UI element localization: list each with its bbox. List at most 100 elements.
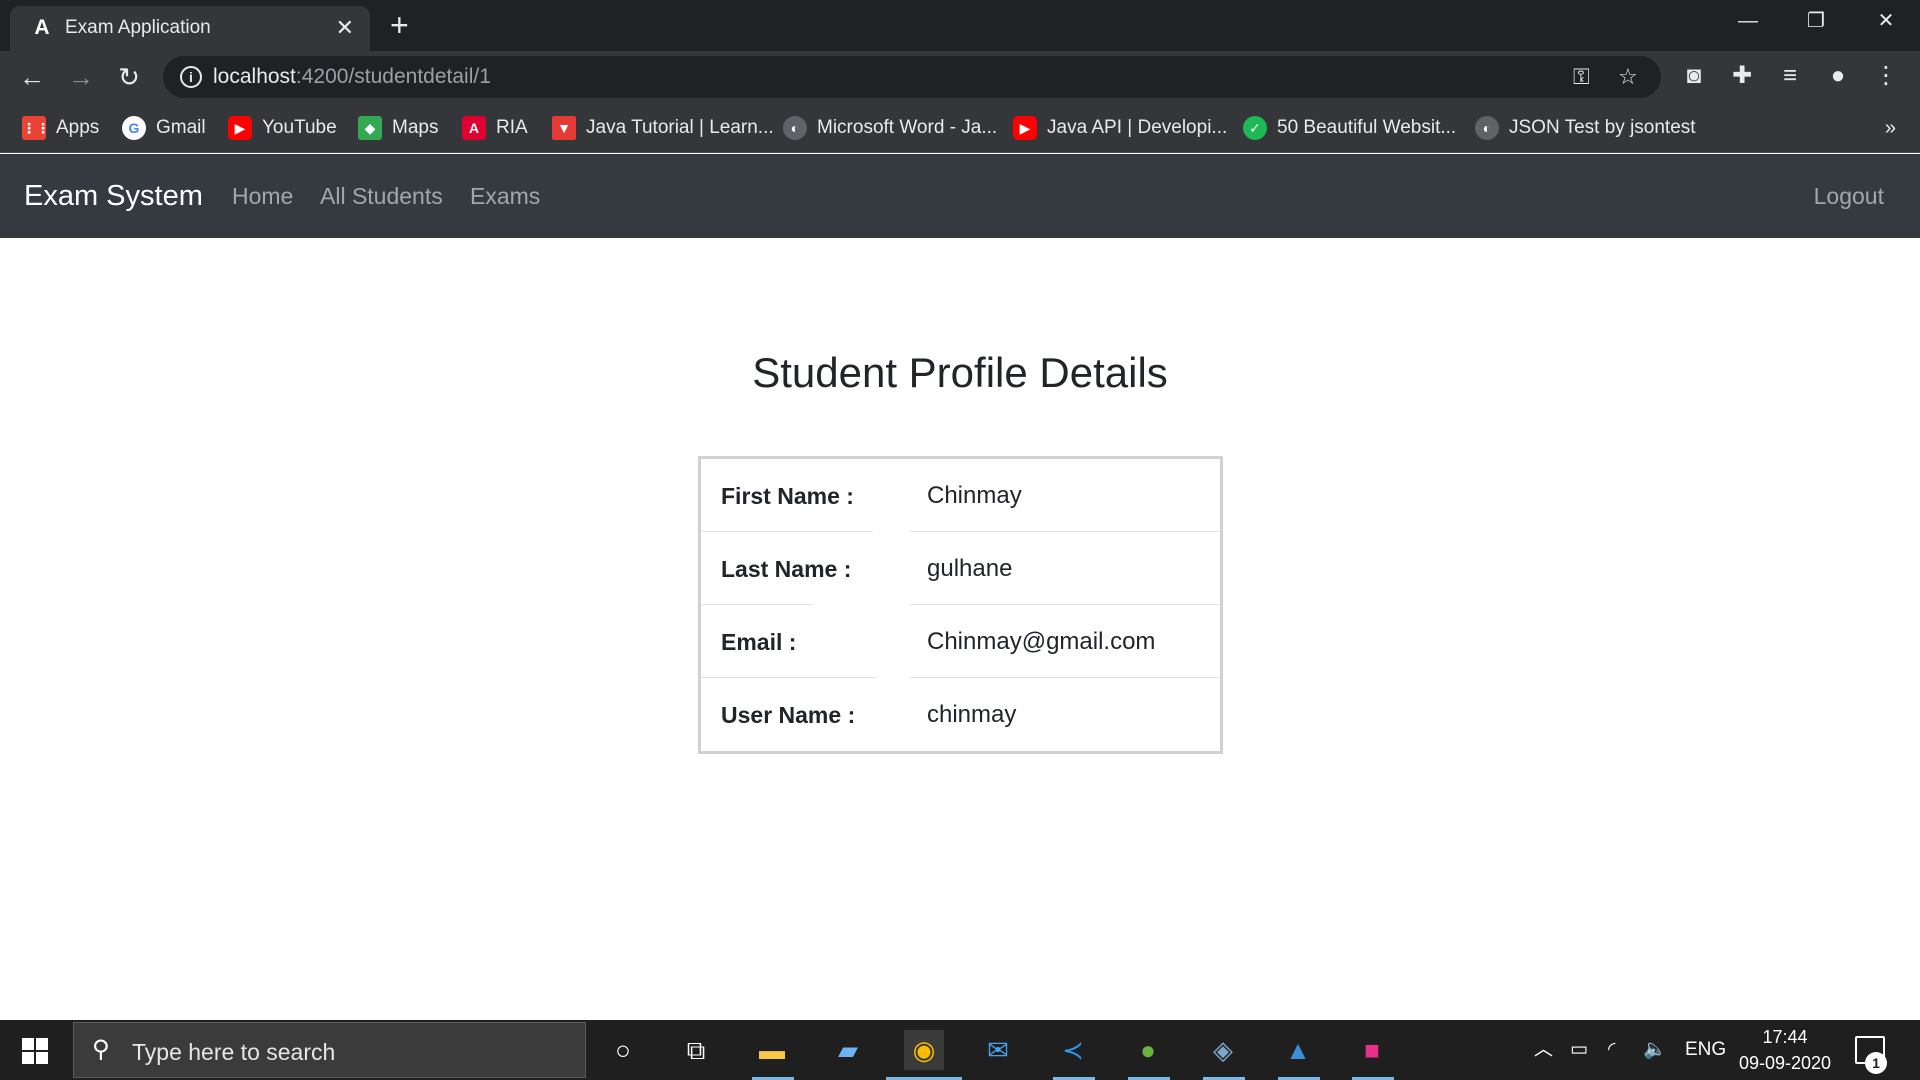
bookmark-label: Gmail: [156, 117, 206, 138]
youtube-icon: ▶: [228, 115, 252, 140]
bookmark-50-websites[interactable]: ✓ 50 Beautiful Websit...: [1243, 115, 1456, 141]
language-indicator[interactable]: ENG: [1685, 1038, 1726, 1062]
field-label: First Name :: [721, 483, 854, 509]
tab-title: Exam Application: [65, 17, 211, 38]
bookmark-java-tutorial[interactable]: ▼ Java Tutorial | Learn...: [552, 115, 774, 141]
more-bookmarks-icon[interactable]: »: [1885, 115, 1896, 141]
browser-tab-strip: A Exam Application ✕ + — ❐ ✕: [0, 0, 1920, 51]
student-profile-table: First Name : Chinmay Last Name : gulhane…: [698, 456, 1223, 754]
field-value: Chinmay@gmail.com: [927, 628, 1156, 655]
google-icon: G: [122, 115, 146, 140]
intellij-icon[interactable]: ■: [1352, 1030, 1392, 1070]
profile-row-user-name: User Name : chinmay: [701, 678, 1220, 751]
vscode-icon[interactable]: ≺: [1053, 1030, 1093, 1070]
profile-icon[interactable]: ●: [1822, 61, 1854, 91]
search-icon: ⚲: [92, 1036, 110, 1063]
notification-count-badge: 1: [1865, 1052, 1887, 1074]
wifi-icon[interactable]: ◜: [1608, 1038, 1615, 1062]
tutorial-icon: ▼: [552, 115, 576, 140]
reload-icon[interactable]: ↻: [113, 61, 145, 93]
url-text[interactable]: localhost:4200/studentdetail/1: [213, 64, 491, 90]
profile-row-last-name: Last Name : gulhane: [701, 532, 1220, 605]
bookmark-label: 50 Beautiful Websit...: [1277, 117, 1457, 138]
field-value: Chinmay: [927, 482, 1022, 509]
mysql-workbench-icon[interactable]: ◈: [1203, 1030, 1243, 1070]
new-tab-icon[interactable]: +: [390, 8, 409, 42]
bookmarks-bar: ⋮⋮ Apps G Gmail ▶ YouTube ◆ Maps A RIA ▼ Java …: [0, 103, 1920, 153]
bookmark-label: Maps: [392, 117, 439, 138]
page-title: Student Profile Details: [752, 349, 1168, 396]
bookmark-label: YouTube: [262, 117, 337, 138]
nav-exams[interactable]: Exams: [470, 181, 540, 211]
bookmark-label: JSON Test by jsontest: [1509, 117, 1696, 138]
taskbar-clock[interactable]: 17:44 09-09-2020: [1730, 1024, 1840, 1076]
file-explorer-icon[interactable]: ▬: [752, 1030, 792, 1070]
camera-extension-icon[interactable]: ◙: [1678, 61, 1710, 91]
mail-icon[interactable]: ✉: [978, 1030, 1018, 1070]
angular-favicon-icon: A: [34, 16, 50, 39]
bookmark-label: Java API | Developi...: [1047, 117, 1228, 138]
field-value: chinmay: [927, 701, 1017, 728]
browser-toolbar: ← → ↻ i localhost:4200/studentdetail/1 ⚿…: [0, 51, 1920, 103]
back-icon[interactable]: ←: [16, 61, 48, 93]
cortana-icon[interactable]: ○: [603, 1030, 643, 1070]
windows-taskbar: ⚲ Type here to search ○ ⧉ ▬ ▰ ◉ ✉ ≺ ● ◈ …: [0, 1020, 1920, 1080]
address-bar[interactable]: i localhost:4200/studentdetail/1 ⚿ ☆: [163, 56, 1661, 98]
browser-tab[interactable]: A Exam Application ✕: [10, 6, 370, 51]
battery-icon[interactable]: ▭: [1570, 1038, 1588, 1062]
nav-home[interactable]: Home: [232, 181, 293, 211]
bookmark-gmail[interactable]: G Gmail: [122, 115, 206, 141]
task-view-icon[interactable]: ⧉: [676, 1030, 716, 1070]
key-icon[interactable]: ⚿: [1573, 64, 1590, 90]
minimize-icon[interactable]: —: [1728, 8, 1768, 34]
photos-icon[interactable]: ▲: [1278, 1030, 1318, 1070]
globe-icon: ◐: [783, 115, 807, 140]
bookmark-label: Microsoft Word - Ja...: [817, 117, 998, 138]
close-window-icon[interactable]: ✕: [1866, 8, 1906, 34]
forward-icon[interactable]: →: [65, 61, 97, 93]
bookmark-label: RIA: [496, 117, 528, 138]
bookmark-ria[interactable]: A RIA: [462, 115, 528, 141]
globe-icon: ◐: [1475, 115, 1499, 140]
app-navbar: Exam System Home All Students Exams Logo…: [0, 154, 1920, 238]
media-queue-icon[interactable]: ≡: [1774, 61, 1806, 91]
field-label: User Name :: [721, 702, 856, 728]
profile-row-email: Email : Chinmay@gmail.com: [701, 605, 1220, 678]
spring-tool-icon[interactable]: ●: [1128, 1030, 1168, 1070]
youtube-icon: ▶: [1013, 115, 1037, 140]
star-icon[interactable]: ☆: [1618, 64, 1638, 90]
bookmark-apps[interactable]: ⋮⋮ Apps: [22, 115, 99, 141]
bookmark-json-test[interactable]: ◐ JSON Test by jsontest: [1475, 115, 1696, 141]
taskbar-search-box[interactable]: ⚲ Type here to search: [73, 1022, 586, 1078]
clock-date: 09-09-2020: [1738, 1053, 1832, 1073]
close-tab-icon[interactable]: ✕: [336, 15, 354, 41]
menu-dots-icon[interactable]: ⋮: [1870, 61, 1902, 91]
bookmark-maps[interactable]: ◆ Maps: [358, 115, 438, 141]
brand-link[interactable]: Exam System: [24, 178, 203, 214]
apps-grid-icon: ⋮⋮: [22, 115, 50, 140]
url-path: :4200/studentdetail/1: [295, 65, 491, 88]
restore-icon[interactable]: ❐: [1796, 8, 1836, 34]
search-placeholder: Type here to search: [132, 1039, 336, 1065]
maps-icon: ◆: [358, 115, 382, 140]
bookmark-java-api[interactable]: ▶ Java API | Developi...: [1013, 115, 1227, 141]
site-info-icon[interactable]: i: [180, 66, 202, 88]
desktop-app-icon[interactable]: ▰: [828, 1030, 868, 1070]
bookmark-youtube[interactable]: ▶ YouTube: [228, 115, 337, 141]
check-icon: ✓: [1243, 115, 1267, 140]
url-host: localhost: [213, 65, 296, 88]
show-hidden-icons-icon[interactable]: ︿: [1534, 1038, 1553, 1062]
profile-row-first-name: First Name : Chinmay: [701, 459, 1220, 532]
volume-icon[interactable]: 🔈: [1643, 1038, 1667, 1062]
field-value: gulhane: [927, 555, 1013, 582]
bookmark-label: Java Tutorial | Learn...: [586, 117, 774, 138]
nav-all-students[interactable]: All Students: [320, 181, 443, 211]
extensions-puzzle-icon[interactable]: ✚: [1726, 61, 1758, 91]
field-label: Last Name :: [721, 556, 852, 582]
logout-link[interactable]: Logout: [1814, 181, 1884, 211]
bookmark-label: Apps: [56, 117, 100, 138]
field-label: Email :: [721, 629, 797, 655]
chrome-icon[interactable]: ◉: [904, 1030, 944, 1070]
bookmark-microsoft-word[interactable]: ◐ Microsoft Word - Ja...: [783, 115, 997, 141]
windows-start-icon[interactable]: [22, 1038, 48, 1064]
